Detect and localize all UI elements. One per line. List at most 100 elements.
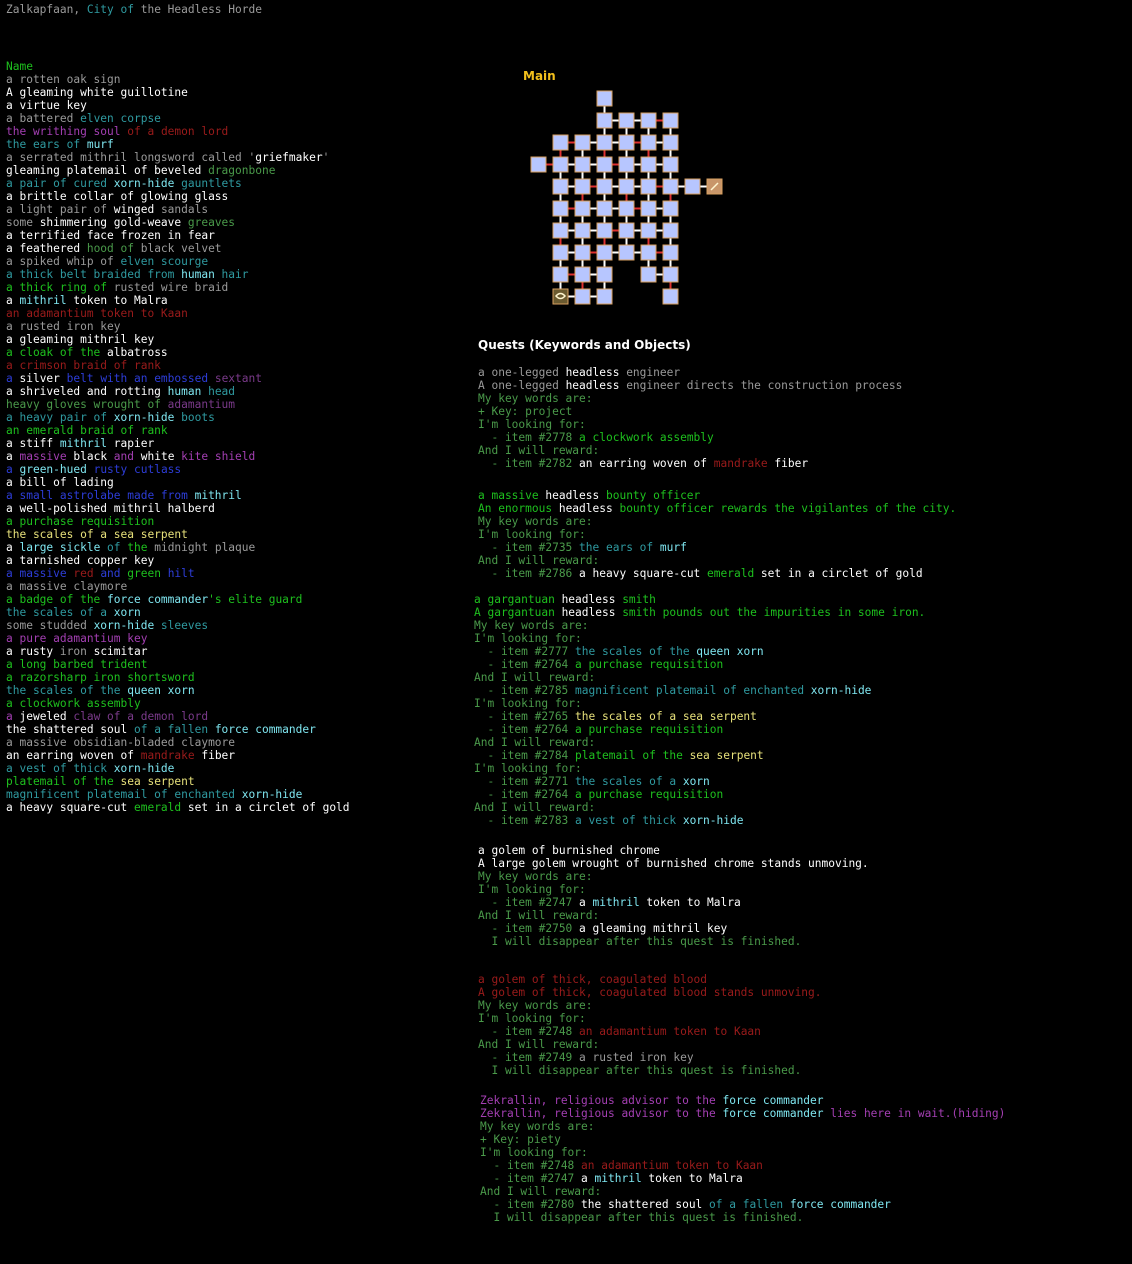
text-segment: mithril <box>59 437 108 450</box>
text-segment: mithril <box>194 489 242 502</box>
map-room[interactable] <box>574 134 591 151</box>
map-room[interactable] <box>662 200 679 217</box>
map-room[interactable] <box>596 178 613 195</box>
map-room[interactable] <box>596 134 613 151</box>
text-segment: griefmaker <box>255 151 323 164</box>
text-segment: a clockwork assembly <box>579 431 714 444</box>
text-segment: sleeves <box>154 619 209 632</box>
map-room[interactable] <box>618 156 635 173</box>
map-room[interactable] <box>574 266 591 283</box>
text-segment: engineer <box>619 366 681 379</box>
map-room[interactable] <box>662 288 679 305</box>
text-segment: xorn-hide <box>810 684 872 697</box>
map-room[interactable] <box>552 178 569 195</box>
map-room[interactable] <box>662 244 679 261</box>
text-segment: white <box>140 450 182 463</box>
map-room[interactable] <box>618 112 635 129</box>
item-row: a heavy pair of xorn-hide boots <box>6 411 215 424</box>
text-segment: a clockwork assembly <box>6 697 141 710</box>
text-segment: a rusted iron key <box>579 1051 694 1064</box>
map-room[interactable] <box>618 178 635 195</box>
map-room[interactable] <box>552 266 569 283</box>
text-segment: headless <box>565 366 620 379</box>
map-room[interactable] <box>552 222 569 239</box>
text-segment: fiber <box>767 457 809 470</box>
item-row: heavy gloves wrought of adamantium <box>6 398 235 411</box>
map-room[interactable] <box>596 200 613 217</box>
map-room[interactable] <box>618 244 635 261</box>
map-room[interactable] <box>596 266 613 283</box>
text-segment: I'm looking for: <box>478 1012 586 1025</box>
map-room[interactable] <box>662 222 679 239</box>
item-row: the scales of the queen xorn <box>6 684 195 697</box>
map-room[interactable] <box>640 156 657 173</box>
quest-line: I'm looking for: <box>480 1146 588 1159</box>
map-room[interactable] <box>574 222 591 239</box>
text-segment: - item #2786 <box>478 567 580 580</box>
item-row: a jeweled claw of a demon lord <box>6 710 208 723</box>
map-room[interactable] <box>662 112 679 129</box>
map-room[interactable] <box>618 222 635 239</box>
text-segment: silver <box>19 372 67 385</box>
text-segment: a small astrolabe made from <box>6 489 195 502</box>
map-room[interactable] <box>596 288 613 305</box>
map-room[interactable] <box>530 156 547 173</box>
map-room[interactable] <box>640 222 657 239</box>
map-room[interactable] <box>640 134 657 151</box>
map-room[interactable] <box>574 244 591 261</box>
map-room[interactable] <box>552 200 569 217</box>
item-row: the writhing soul of a demon lord <box>6 125 228 138</box>
area-map[interactable] <box>528 88 728 313</box>
item-row: a thick ring of rusted wire braid <box>6 281 228 294</box>
map-room[interactable] <box>662 134 679 151</box>
text-segment: sea serpent <box>689 749 764 762</box>
map-room[interactable] <box>574 178 591 195</box>
map-room[interactable] <box>596 244 613 261</box>
quest-line: And I will reward: <box>478 444 599 457</box>
map-room[interactable] <box>552 156 569 173</box>
map-room[interactable] <box>552 244 569 261</box>
text-segment: a spiked whip of <box>6 255 121 268</box>
map-room[interactable] <box>640 112 657 129</box>
map-room[interactable] <box>640 244 657 261</box>
map-room[interactable] <box>662 266 679 283</box>
map-room[interactable] <box>640 178 657 195</box>
map-room[interactable] <box>596 222 613 239</box>
map-room[interactable] <box>640 200 657 217</box>
map-room[interactable] <box>684 178 701 195</box>
item-row: a pair of cured xorn-hide gauntlets <box>6 177 242 190</box>
text-segment: a purchase requisition <box>575 723 724 736</box>
map-room[interactable] <box>574 156 591 173</box>
quest-line: + Key: project <box>478 405 572 418</box>
text-segment: a gleaming mithril key <box>6 333 155 346</box>
text-segment: the <box>127 541 155 554</box>
map-room[interactable] <box>640 266 657 283</box>
text-segment: headless <box>561 606 616 619</box>
map-room[interactable] <box>574 288 591 305</box>
map-room[interactable] <box>596 156 613 173</box>
map-room[interactable] <box>618 200 635 217</box>
text-segment: the scales of a <box>575 775 683 788</box>
quest-line: My key words are: <box>478 392 593 405</box>
quest-line: I will disappear after this quest is fin… <box>480 1211 803 1224</box>
entrance-icon[interactable] <box>552 288 569 305</box>
map-room[interactable] <box>618 134 635 151</box>
map-room[interactable] <box>574 200 591 217</box>
text-segment: a well-polished mithril halberd <box>6 502 215 515</box>
text-segment: 's elite guard <box>208 593 303 606</box>
text-segment: mithril <box>19 294 67 307</box>
item-row: a tarnished copper key <box>6 554 154 567</box>
text-segment: an earring woven of <box>579 457 714 470</box>
map-room[interactable] <box>662 178 679 195</box>
text-segment: I'm looking for: <box>478 528 586 541</box>
map-room[interactable] <box>552 134 569 151</box>
item-row: a bill of lading <box>6 476 114 489</box>
map-room[interactable] <box>662 156 679 173</box>
quest-line: I will disappear after this quest is fin… <box>478 935 801 948</box>
window-title: Zalkapfaan, City of the Headless Horde <box>6 3 262 16</box>
text-segment: human <box>181 268 215 281</box>
quest-line: A large golem wrought of burnished chrom… <box>478 857 869 870</box>
text-segment: a gargantuan <box>474 593 562 606</box>
map-room[interactable] <box>596 90 613 107</box>
map-room[interactable] <box>596 112 613 129</box>
